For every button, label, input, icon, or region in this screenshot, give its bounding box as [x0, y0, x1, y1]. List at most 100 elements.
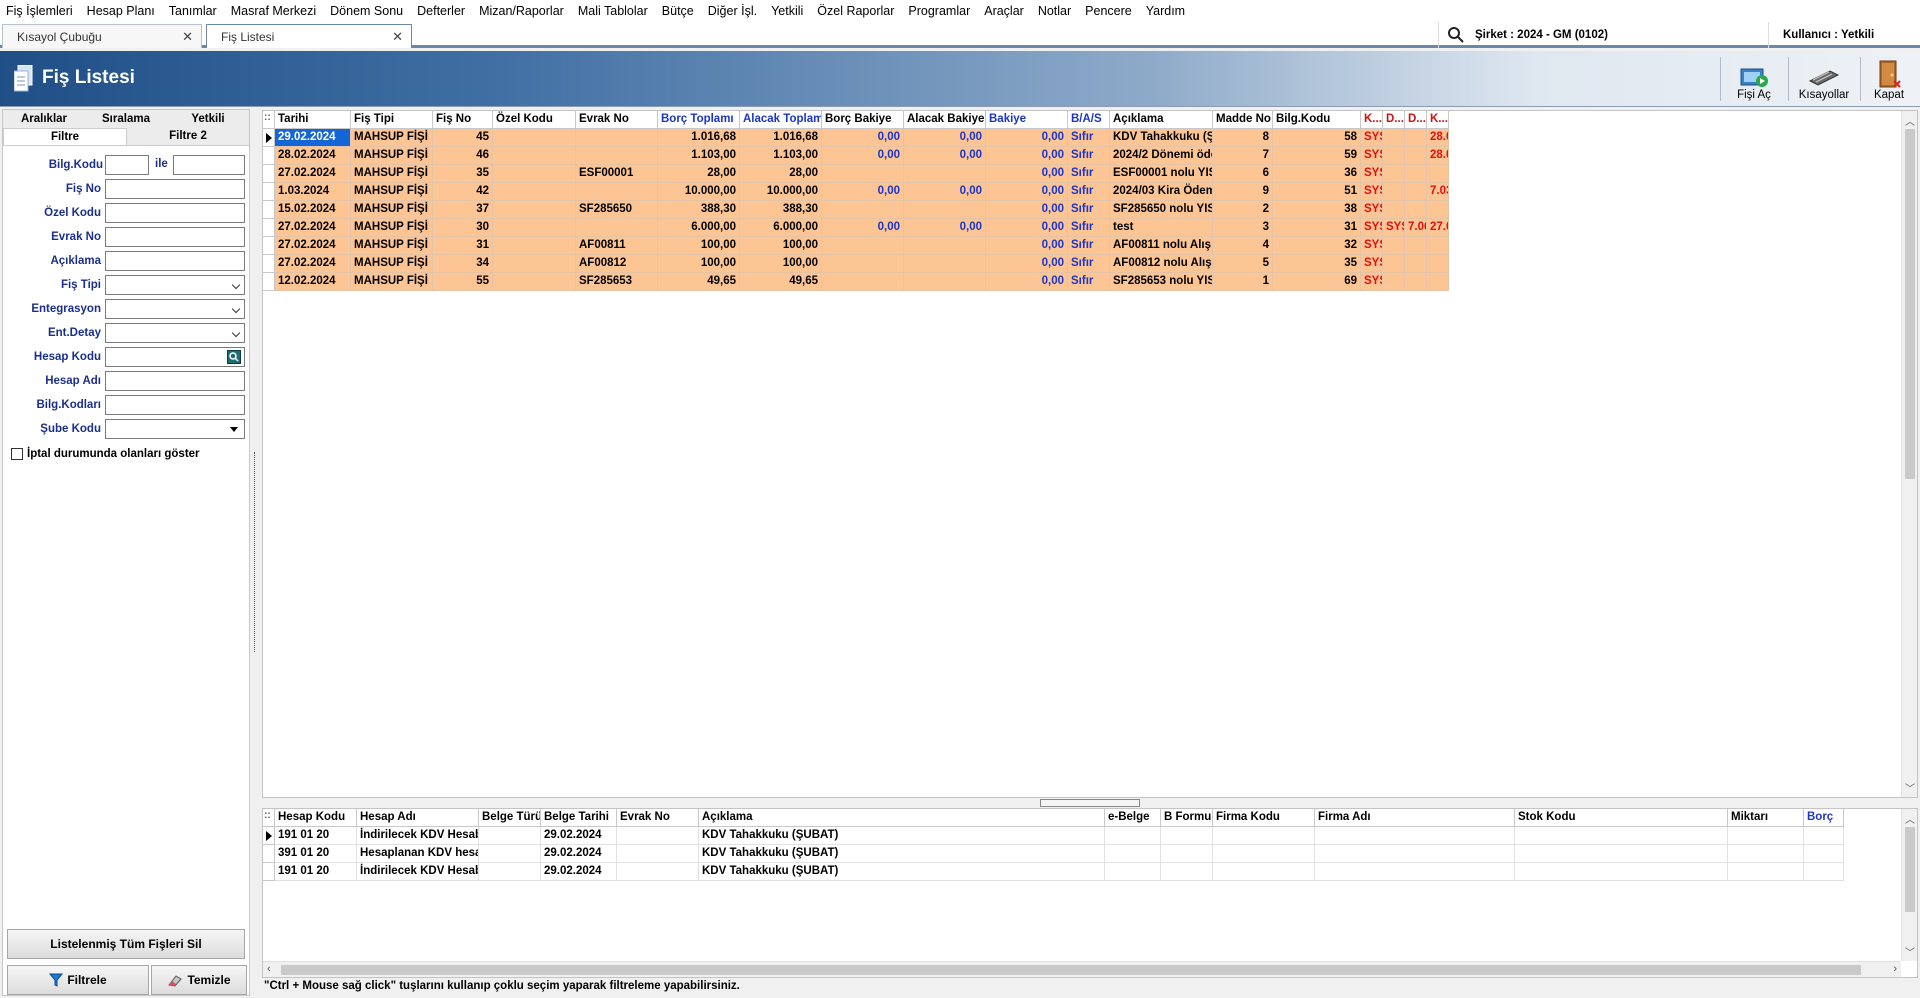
table-cell[interactable]: [479, 863, 541, 881]
column-header[interactable]: Hesap Kodu: [275, 809, 357, 827]
menu-item[interactable]: Bütçe: [662, 4, 694, 18]
table-cell[interactable]: [1213, 845, 1315, 863]
table-cell[interactable]: 5: [1213, 255, 1273, 273]
table-cell[interactable]: 36: [1273, 165, 1361, 183]
column-header[interactable]: Borç Bakiye: [822, 111, 904, 129]
table-cell[interactable]: [1405, 165, 1427, 183]
table-cell[interactable]: [1405, 147, 1427, 165]
table-cell[interactable]: SYS: [1361, 183, 1383, 201]
table-cell[interactable]: SF285653 nolu YISF - I: [1110, 273, 1213, 291]
bilg-kodlari-input[interactable]: [105, 395, 245, 415]
table-cell[interactable]: Sıfır: [1068, 183, 1110, 201]
table-cell[interactable]: [1427, 165, 1449, 183]
table-cell[interactable]: Hesaplanan KDV hesabı %: [357, 845, 479, 863]
table-row[interactable]: 391 01 20Hesaplanan KDV hesabı % 29.02.20…: [263, 845, 1844, 863]
table-cell[interactable]: [1405, 255, 1427, 273]
ent-detay-select[interactable]: [105, 323, 245, 343]
table-cell[interactable]: 0,00: [822, 129, 904, 147]
menu-item[interactable]: Defterler: [417, 4, 465, 18]
table-cell[interactable]: SYS: [1361, 129, 1383, 147]
table-cell[interactable]: 100,00: [740, 255, 822, 273]
column-header[interactable]: B Formu: [1161, 809, 1213, 827]
table-row[interactable]: 28.02.2024 MAHSUP FİŞİ 46 1.103,00 1.103,00 0…: [263, 147, 1449, 165]
table-cell[interactable]: 0,00: [904, 147, 986, 165]
menu-item[interactable]: Programlar: [908, 4, 970, 18]
table-cell[interactable]: 0,00: [986, 219, 1068, 237]
tab-kisayol-cubugu[interactable]: Kısayol Çubuğu ✕: [2, 24, 202, 48]
table-cell[interactable]: 0,00: [986, 165, 1068, 183]
table-cell[interactable]: 6: [1213, 165, 1273, 183]
table-cell[interactable]: 7: [1213, 147, 1273, 165]
clear-button[interactable]: Temizle: [151, 965, 247, 995]
table-cell[interactable]: [1405, 237, 1427, 255]
table-cell[interactable]: 30: [433, 219, 493, 237]
table-cell[interactable]: [1383, 201, 1405, 219]
table-cell[interactable]: 100,00: [658, 255, 740, 273]
fis-no-input[interactable]: [105, 179, 245, 199]
table-row[interactable]: 15.02.2024 MAHSUP FİŞİ 37 SF285650 388,30 388…: [263, 201, 1449, 219]
table-cell[interactable]: SF285650: [576, 201, 658, 219]
table-cell[interactable]: [576, 147, 658, 165]
table-cell[interactable]: 0,00: [986, 273, 1068, 291]
table-cell[interactable]: KDV Tahakkuku (ŞUBAT): [699, 845, 1105, 863]
menu-item[interactable]: Diğer İşl.: [708, 4, 757, 18]
menu-item[interactable]: Tanımlar: [169, 4, 217, 18]
table-cell[interactable]: MAHSUP FİŞİ: [351, 165, 433, 183]
table-cell[interactable]: [493, 219, 576, 237]
table-cell[interactable]: 0,00: [904, 219, 986, 237]
table-cell[interactable]: İndirilecek KDV Hesabı %2: [357, 827, 479, 845]
search-icon[interactable]: [1447, 26, 1465, 44]
table-cell[interactable]: [1383, 183, 1405, 201]
column-header[interactable]: Özel Kodu: [493, 111, 576, 129]
table-cell[interactable]: Sıfır: [1068, 255, 1110, 273]
table-cell[interactable]: 191 01 20: [275, 863, 357, 881]
table-cell[interactable]: [1405, 129, 1427, 147]
table-cell[interactable]: [1405, 273, 1427, 291]
evrak-no-input[interactable]: [105, 227, 245, 247]
fis-tipi-select[interactable]: [105, 275, 245, 295]
table-cell[interactable]: [617, 827, 699, 845]
table-cell[interactable]: 0,00: [986, 255, 1068, 273]
table-cell[interactable]: 34: [433, 255, 493, 273]
table-cell[interactable]: [1383, 237, 1405, 255]
table-cell[interactable]: MAHSUP FİŞİ: [351, 147, 433, 165]
menu-item[interactable]: Fiş İşlemleri: [6, 4, 73, 18]
table-row[interactable]: 29.02.2024 MAHSUP FİŞİ 45 1.016,68 1.016,68 0…: [263, 129, 1449, 147]
table-cell[interactable]: [1105, 863, 1161, 881]
table-cell[interactable]: 0,00: [822, 147, 904, 165]
table-cell[interactable]: 15.02.2024: [275, 201, 351, 219]
scroll-down-icon[interactable]: ﹀: [1905, 944, 1915, 959]
table-cell[interactable]: [1427, 201, 1449, 219]
table-cell[interactable]: Sıfır: [1068, 147, 1110, 165]
table-cell[interactable]: [1383, 147, 1405, 165]
scroll-up-icon[interactable]: ︿: [1905, 113, 1915, 128]
table-cell[interactable]: [1515, 863, 1728, 881]
table-cell[interactable]: 1.103,00: [740, 147, 822, 165]
table-cell[interactable]: [1804, 827, 1844, 845]
column-header[interactable]: Bakiye: [986, 111, 1068, 129]
table-cell[interactable]: 10.000,00: [740, 183, 822, 201]
table-cell[interactable]: AF00811 nolu Alış Fatu: [1110, 237, 1213, 255]
table-cell[interactable]: SYS: [1361, 273, 1383, 291]
table-cell[interactable]: 391 01 20: [275, 845, 357, 863]
column-header[interactable]: Firma Kodu: [1213, 809, 1315, 827]
table-cell[interactable]: 1.103,00: [658, 147, 740, 165]
table-cell[interactable]: [493, 147, 576, 165]
scroll-down-icon[interactable]: ﹀: [1905, 780, 1915, 795]
column-header[interactable]: Belge Tarihi: [541, 809, 617, 827]
table-cell[interactable]: 191 01 20: [275, 827, 357, 845]
scroll-right-icon[interactable]: ›: [1893, 963, 1897, 975]
table-cell[interactable]: SF285653: [576, 273, 658, 291]
table-cell[interactable]: 1.03.2024: [275, 183, 351, 201]
column-header[interactable]: Madde No: [1213, 111, 1273, 129]
table-cell[interactable]: 1: [1213, 273, 1273, 291]
table-cell[interactable]: [904, 273, 986, 291]
bilg-kodu-from-input[interactable]: [105, 155, 149, 175]
table-cell[interactable]: test: [1110, 219, 1213, 237]
iptal-checkbox[interactable]: [11, 448, 23, 460]
column-header[interactable]: Fiş Tipi: [351, 111, 433, 129]
table-cell[interactable]: [1804, 863, 1844, 881]
table-cell[interactable]: MAHSUP FİŞİ: [351, 255, 433, 273]
table-cell[interactable]: 49,65: [658, 273, 740, 291]
table-cell[interactable]: 7.03: [1427, 183, 1449, 201]
